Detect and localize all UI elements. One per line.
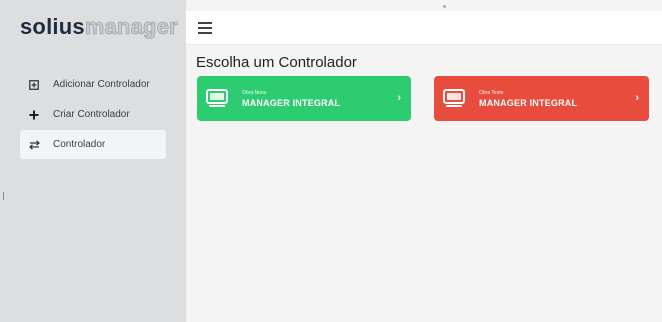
sidebar-item-label: Criar Controlador <box>53 109 130 120</box>
transfer-icon <box>28 139 40 150</box>
controller-card-obra-teste[interactable]: Obra Teste MANAGER INTEGRAL › <box>434 76 649 121</box>
app-logo[interactable]: soliusmanager <box>20 14 178 40</box>
card-subtitle: Obra Nova <box>242 90 267 96</box>
monitor-stand <box>446 105 462 107</box>
sidebar-nav: Adicionar Controlador Criar Controlador … <box>20 70 166 160</box>
logo-light-text: manager <box>84 14 178 40</box>
scroll-indicator <box>3 192 4 200</box>
card-name: MANAGER INTEGRAL <box>242 98 341 108</box>
sidebar-item-label: Controlador <box>53 139 106 150</box>
menu-toggle-icon[interactable] <box>198 22 212 37</box>
sidebar-item-adicionar-controlador[interactable]: Adicionar Controlador <box>20 70 166 99</box>
card-subtitle: Obra Teste <box>479 90 504 96</box>
logo-bold-text: solius <box>20 14 85 39</box>
sidebar-item-criar-controlador[interactable]: Criar Controlador <box>20 100 166 129</box>
chevron-right-icon: › <box>397 92 401 104</box>
loading-dot <box>443 5 446 8</box>
monitor-icon <box>206 89 228 104</box>
card-name: MANAGER INTEGRAL <box>479 98 578 108</box>
controller-card-obra-nova[interactable]: Obra Nova MANAGER INTEGRAL › <box>197 76 411 121</box>
sidebar: soliusmanager Adicionar Controlador Cria… <box>0 0 186 322</box>
monitor-stand <box>209 105 225 107</box>
sidebar-item-label: Adicionar Controlador <box>53 79 150 90</box>
monitor-icon <box>443 89 465 104</box>
plus-square-icon <box>28 79 40 90</box>
plus-icon <box>28 110 40 120</box>
top-bar <box>186 11 662 45</box>
page-title: Escolha um Controlador <box>196 54 357 71</box>
sidebar-item-controlador[interactable]: Controlador <box>20 130 166 159</box>
chevron-right-icon: › <box>635 92 639 104</box>
